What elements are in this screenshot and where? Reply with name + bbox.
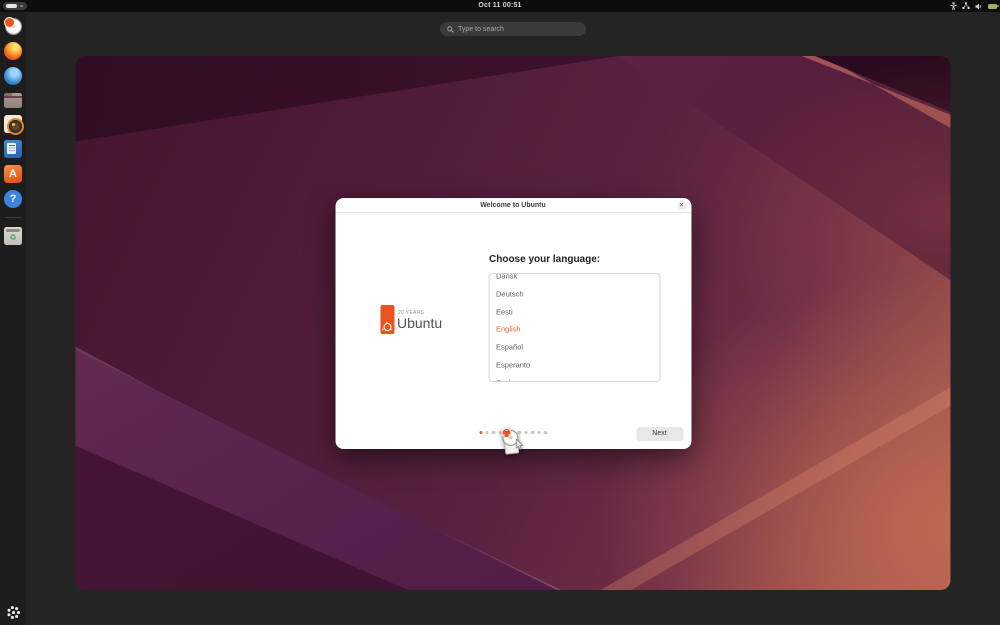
libreoffice-writer-icon[interactable] [4, 140, 22, 158]
workspace-active-pill [6, 4, 17, 9]
welcome-dialog: Welcome to Ubuntu × Choose your language… [335, 198, 691, 449]
logo-brand-label: Ubuntu [397, 315, 442, 331]
files-icon[interactable] [4, 93, 22, 108]
thunderbird-icon[interactable] [4, 67, 22, 85]
workspace-indicator[interactable] [3, 2, 27, 10]
drag-installer-icon [502, 429, 524, 456]
language-heading: Choose your language: [489, 254, 600, 265]
rhythmbox-icon[interactable] [4, 115, 22, 133]
workspace-preview[interactable]: Welcome to Ubuntu × Choose your language… [76, 56, 951, 590]
activities-overview: Type to search Welcome to Ubuntu × Choos… [26, 12, 1000, 625]
pager-dot-7 [524, 431, 527, 434]
help-icon[interactable] [4, 190, 22, 208]
language-option-euskara[interactable]: Euskara [489, 374, 659, 382]
language-option-esperanto[interactable]: Esperanto [489, 356, 659, 374]
dock-separator [5, 217, 21, 218]
pager-dot-1 [485, 431, 488, 434]
language-option-espaol[interactable]: Español [489, 339, 659, 357]
show-apps-icon[interactable] [6, 605, 20, 619]
pager-dot-9 [537, 431, 540, 434]
dialog-header: Welcome to Ubuntu × [335, 198, 691, 213]
pager-dot-8 [531, 431, 534, 434]
circle-of-friends-icon [383, 323, 391, 331]
language-option-dansk[interactable]: Dansk [489, 273, 659, 285]
ubuntu-installer-icon[interactable] [4, 17, 22, 35]
language-option-deutsch[interactable]: Deutsch [489, 285, 659, 303]
pager-dot-2 [492, 431, 495, 434]
close-icon[interactable]: × [677, 201, 686, 210]
top-bar: Oct 11 00:51 [0, 0, 1000, 12]
mouse-cursor-icon [516, 437, 524, 455]
workspace-dot [20, 5, 23, 8]
search-placeholder: Type to search [458, 26, 504, 33]
next-button[interactable]: Next [636, 427, 683, 441]
dock [0, 12, 26, 625]
pager-dot-0 [479, 431, 482, 434]
ubuntu-badge-icon [502, 428, 512, 438]
battery-icon [988, 4, 997, 9]
pager-dot-10 [544, 431, 547, 434]
system-tray[interactable] [950, 0, 997, 12]
language-option-eesti[interactable]: Eesti [489, 303, 659, 321]
ubuntu-logo-mark [380, 305, 394, 334]
app-center-icon[interactable] [4, 165, 22, 183]
language-list-scroll: DanskDeutschEestiEnglishEspañolEsperanto… [489, 273, 659, 382]
search-input[interactable]: Type to search [440, 22, 586, 36]
language-list[interactable]: DanskDeutschEestiEnglishEspañolEsperanto… [488, 273, 660, 382]
dialog-title: Welcome to Ubuntu [480, 202, 546, 209]
network-icon [962, 2, 970, 10]
accessibility-icon [950, 2, 957, 10]
language-option-english[interactable]: English [489, 321, 659, 339]
volume-icon [975, 3, 983, 10]
clock[interactable]: Oct 11 00:51 [478, 0, 521, 12]
search-icon [447, 20, 454, 38]
trash-icon[interactable] [4, 227, 22, 245]
firefox-icon[interactable] [4, 42, 22, 60]
